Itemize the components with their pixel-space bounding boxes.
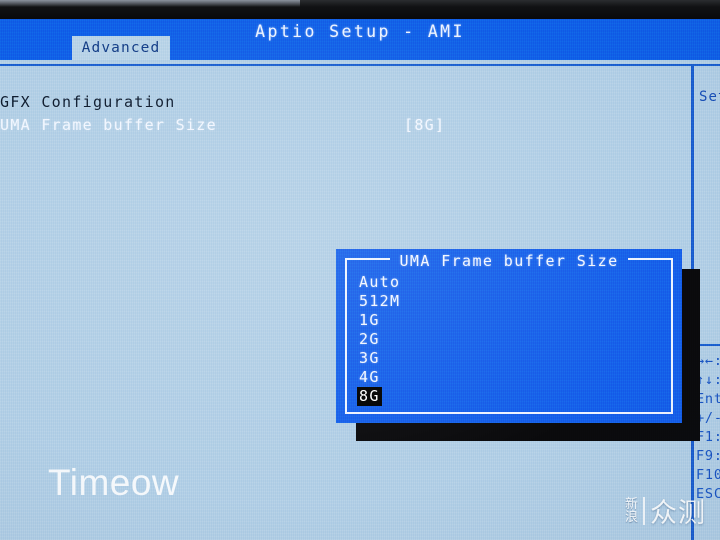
watermark-sina-zhongce: 新 浪 众测 [625, 491, 706, 530]
watermark-timeow: Timeow [48, 462, 180, 503]
section-heading-gfx-configuration: GFX Configuration [0, 93, 176, 111]
option-4g[interactable]: 4G [357, 368, 382, 387]
option-512m[interactable]: 512M [357, 292, 402, 311]
help-key-save-exit: F10: Save & Exit [696, 467, 720, 483]
watermark-sina-char1: 新 [624, 496, 638, 512]
option-1g[interactable]: 1G [357, 311, 382, 330]
setting-label-uma-frame-buffer-size[interactable]: UMA Frame buffer Size [0, 116, 217, 134]
watermark-sina-char2: 浪 [624, 509, 638, 525]
uma-frame-buffer-size-dialog: UMA Frame buffer Size Auto 512M 1G 2G 3G… [336, 249, 682, 423]
monitor-screen: Aptio Setup - AMI Advanced GFX Configura… [0, 0, 720, 540]
bios-setup-screen: Aptio Setup - AMI Advanced GFX Configura… [0, 19, 720, 540]
monitor-bezel [0, 0, 720, 19]
option-2g[interactable]: 2G [357, 330, 382, 349]
tab-advanced-label: Advanced [81, 40, 161, 56]
help-key-optimized-defaults: F9: Optimized Defaults [696, 448, 720, 464]
option-8g[interactable]: 8G [357, 387, 382, 406]
option-auto[interactable]: Auto [357, 273, 402, 292]
setting-value-uma-frame-buffer-size[interactable]: [8G] [404, 116, 445, 134]
tab-advanced[interactable]: Advanced [72, 36, 170, 60]
dialog-title-row: UMA Frame buffer Size [336, 249, 682, 270]
watermark-zhongce: 众测 [650, 498, 706, 529]
watermark-separator [643, 496, 645, 525]
watermark-sina-logo: 新 浪 [625, 498, 638, 524]
dialog-option-list[interactable]: Auto 512M 1G 2G 3G 4G 8G [357, 273, 402, 406]
help-description: Set UMA FB Size [699, 89, 720, 105]
bezel-gloss [0, 0, 300, 7]
dialog-title: UMA Frame buffer Size [390, 252, 628, 270]
option-3g[interactable]: 3G [357, 349, 382, 368]
